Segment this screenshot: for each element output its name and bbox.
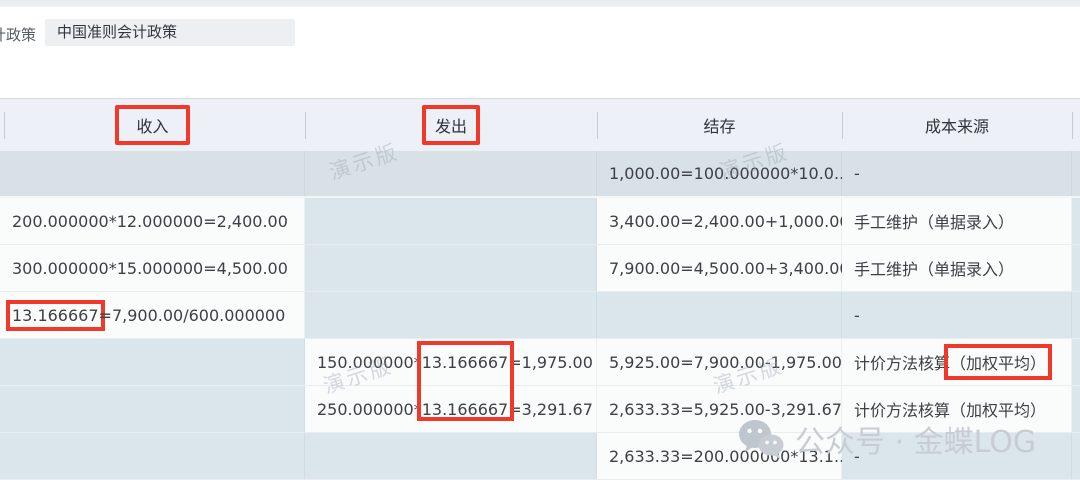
annotation-box-issue-unit-cost [417,341,514,421]
cell-balance: 5,925.00=7,900.00-1,975.00 [597,339,842,385]
cell-issue [305,198,597,244]
cell-stub [1072,339,1080,385]
annotation-highlight-unit-cost: 13.166667 [12,306,99,325]
cell-stub [1072,433,1080,479]
column-header-label: 成本来源 [925,113,989,137]
header-divider [305,112,306,139]
column-header-stub [1072,99,1080,151]
cell-balance: 3,400.00=2,400.00+1,000.00 [597,198,842,244]
cell-stub [1072,198,1080,244]
cell-income: 200.000000*12.000000=2,400.00 [0,198,305,244]
table-row[interactable]: 200.000000*12.000000=2,400.00 3,400.00=2… [0,198,1080,245]
cell-stub [1072,151,1080,196]
table-row[interactable]: 150.000000*13.166667=1,975.00 5,925.00=7… [0,339,1080,386]
cell-income [0,339,305,385]
annotation-highlight-weighted-average: （加权平均） [950,350,1046,374]
column-header-issue[interactable]: 发出 [305,99,597,151]
cell-text: =7,900.00/600.000000 [99,306,286,325]
header-divider [597,112,598,139]
cell-issue [305,433,597,479]
table-row[interactable]: 300.000000*15.000000=4,500.00 7,900.00=4… [0,245,1080,292]
cell-income [0,386,305,432]
cell-balance: 7,900.00=4,500.00+3,400.00 [597,245,842,291]
table-row[interactable]: 1,000.00=100.000000*10.0... - [0,151,1080,198]
column-header-balance[interactable]: 结存 [597,99,842,151]
annotation-box-issue-header: 发出 [422,105,480,145]
cell-income [0,151,305,196]
cell-issue [305,292,597,338]
annotation-box-income-header: 收入 [115,105,189,145]
header-divider [842,112,843,139]
column-header-label: 结存 [703,113,735,137]
cell-cost-source: - [842,151,1072,196]
cell-balance: 1,000.00=100.000000*10.0... [597,151,842,196]
wechat-icon [737,417,785,461]
cell-balance [597,292,842,338]
column-header-cost-source[interactable]: 成本来源 [842,99,1072,151]
cell-income [0,433,305,479]
cell-income: 13.166667=7,900.00/600.000000 [0,292,305,338]
cell-stub [1072,386,1080,432]
cell-cost-source: 手工维护（单据录入） [842,245,1072,291]
table-row[interactable]: 13.166667=7,900.00/600.000000 - [0,292,1080,339]
brand-watermark-text: 公众号 · 金蝶LOG [795,417,1036,461]
cell-cost-source: - [842,292,1072,338]
cell-text: 计价方法核算 [854,350,950,374]
brand-watermark: 公众号 · 金蝶LOG [737,417,1036,461]
column-header-income[interactable]: 收入 [0,99,305,151]
accounting-policy-field[interactable]: 中国准则会计政策 [45,19,295,46]
top-strip [0,0,1080,7]
cell-stub [1072,292,1080,338]
cell-issue [305,151,597,196]
cell-stub [1072,245,1080,291]
header-divider [1072,112,1073,139]
cell-issue [305,245,597,291]
cell-cost-source: 手工维护（单据录入） [842,198,1072,244]
cell-income: 300.000000*15.000000=4,500.00 [0,245,305,291]
header-divider [4,112,5,139]
cell-cost-source: 计价方法核算（加权平均） [842,339,1072,385]
table-header: 收入 发出 结存 成本来源 [0,98,1080,151]
accounting-policy-label: 计政策 [0,24,36,45]
